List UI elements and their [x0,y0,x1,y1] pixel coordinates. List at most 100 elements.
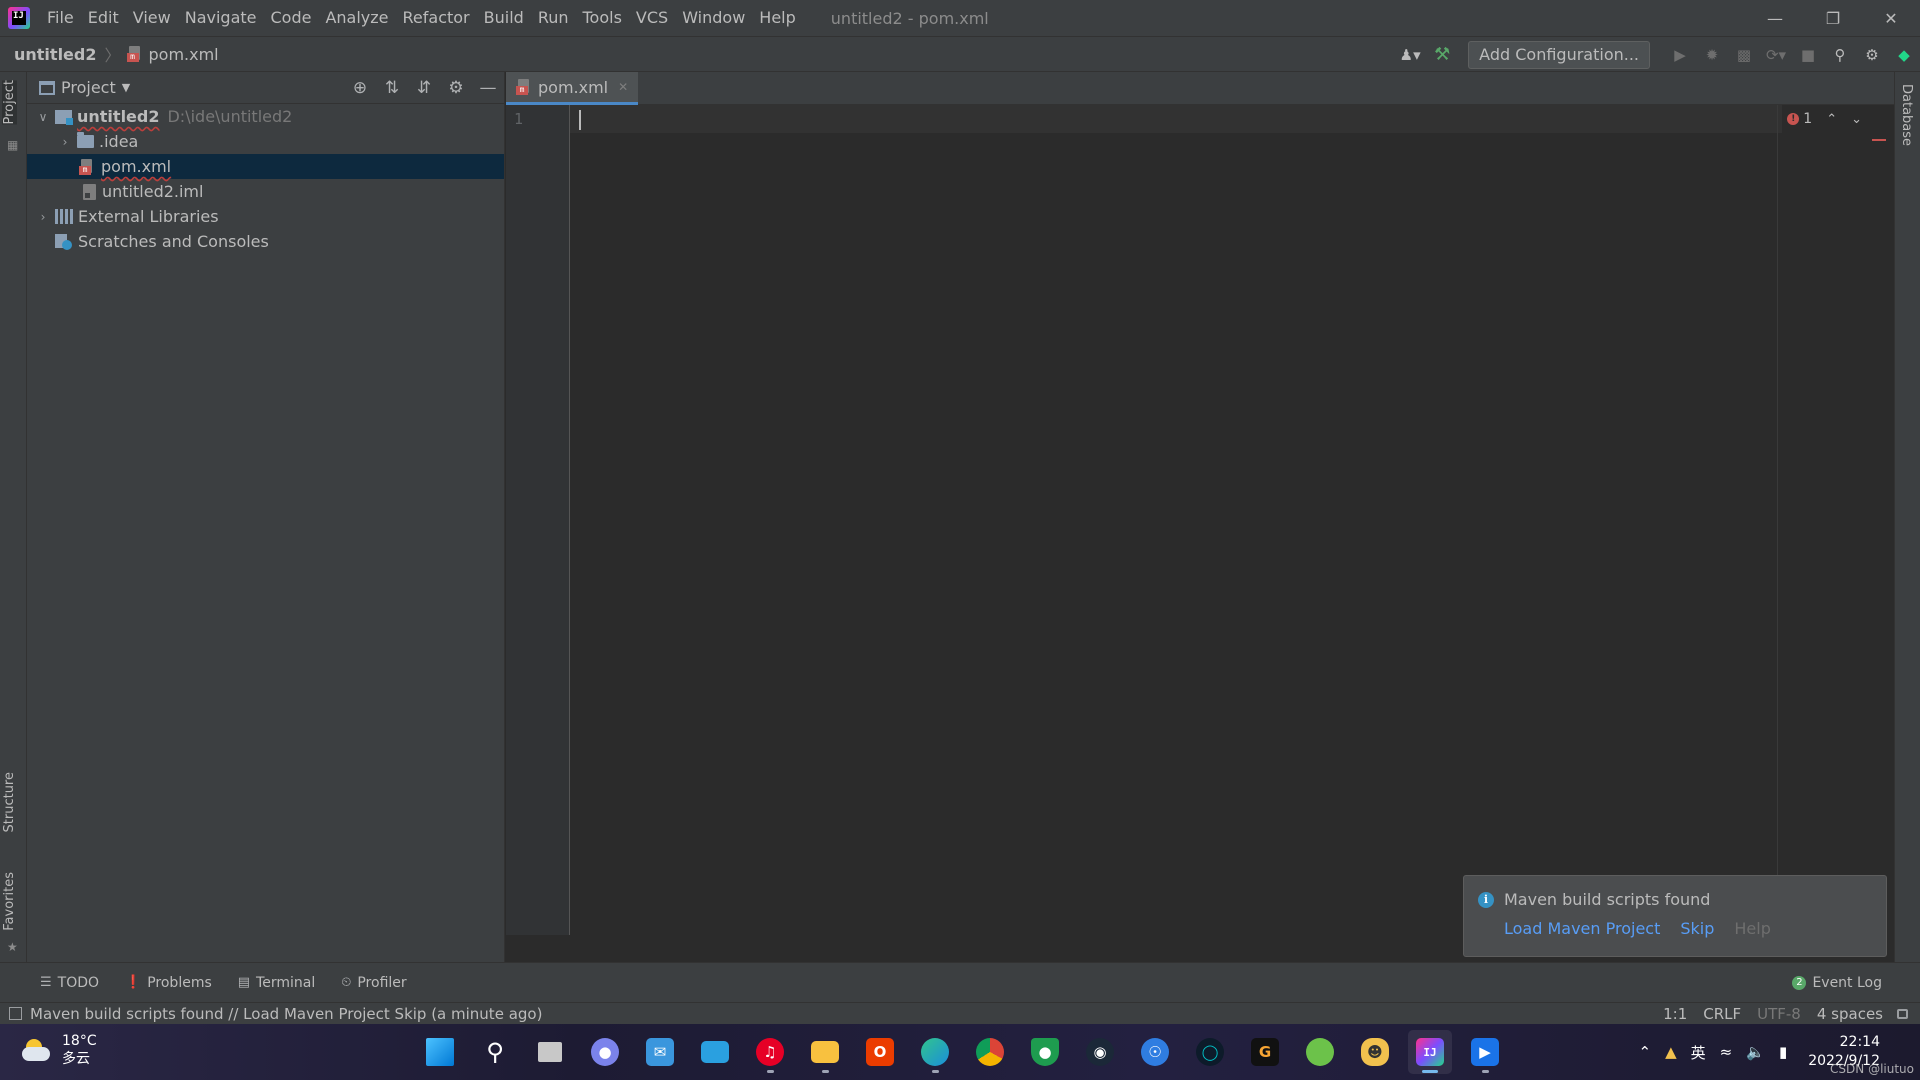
tree-row-idea[interactable]: › .idea [27,129,504,154]
chevron-right-icon[interactable]: › [57,135,73,149]
search-icon[interactable]: ⚲ [1827,42,1853,68]
chevron-down-icon[interactable]: ▼ [122,81,130,94]
terminal-tab[interactable]: ▤ Terminal [238,975,315,991]
debug-icon[interactable]: ✹ [1699,42,1725,68]
menu-edit[interactable]: Edit [81,0,126,36]
security-button[interactable]: ● [1023,1030,1067,1074]
profiler-tab[interactable]: ⏲ Profiler [341,975,406,991]
inspection-widget[interactable]: ! 1 ⌃ ⌄ [1787,111,1862,127]
breadcrumb-project[interactable]: untitled2 [14,45,96,64]
media-player-button[interactable]: ▶ [1463,1030,1507,1074]
load-maven-project-link[interactable]: Load Maven Project [1504,919,1660,938]
chevron-down-icon[interactable]: ∨ [35,110,51,124]
todo-tab[interactable]: ☰ TODO [40,975,99,991]
restore-icon[interactable]: ❐ [1804,0,1862,36]
wifi-icon[interactable]: ≈ [1720,1043,1733,1061]
start-button[interactable] [418,1030,462,1074]
file-explorer-button[interactable] [803,1030,847,1074]
build-hammer-icon[interactable]: ⚒ [1429,42,1455,68]
menu-refactor[interactable]: Refactor [396,0,477,36]
hide-panel-icon[interactable]: — [472,78,504,98]
minimize-icon[interactable]: — [1746,0,1804,36]
menu-build[interactable]: Build [477,0,531,36]
tree-row-scratches[interactable]: Scratches and Consoles [27,229,504,254]
menu-file[interactable]: File [40,0,81,36]
edge-button[interactable] [913,1030,957,1074]
intellij-taskbar-button[interactable]: IJ [1408,1030,1452,1074]
locate-file-icon[interactable]: ⊕ [344,78,376,98]
problems-tab[interactable]: ❗ Problems [125,975,212,991]
stop-icon[interactable]: ■ [1795,42,1821,68]
lock-icon[interactable] [1897,1009,1908,1019]
status-message[interactable]: Maven build scripts found // Load Maven … [30,1005,542,1023]
menu-help[interactable]: Help [752,0,802,36]
ime-indicator[interactable]: 英 [1691,1042,1706,1063]
steam-button[interactable]: ◉ [1078,1030,1122,1074]
intellij-logo-icon[interactable]: IJ [8,7,30,29]
database-tool-tab[interactable]: Database [1899,84,1914,146]
tree-row-iml[interactable]: untitled2.iml [27,179,504,204]
menu-analyze[interactable]: Analyze [318,0,395,36]
toggle-tool-windows-icon[interactable] [9,1007,22,1020]
chevron-up-icon[interactable]: ⌃ [1639,1043,1652,1061]
weather-widget[interactable]: 18°C 多云 [22,1032,97,1068]
menu-vcs[interactable]: VCS [629,0,675,36]
close-icon[interactable]: ✕ [1862,0,1920,36]
app-ring-button[interactable]: ◯ [1188,1030,1232,1074]
chrome-button[interactable] [968,1030,1012,1074]
favorites-tool-tab[interactable]: Favorites [2,872,17,931]
structure-tool-tab[interactable]: Structure [2,772,17,832]
jetbrains-toolbox-icon[interactable]: ◆ [1891,42,1917,68]
coverage-icon[interactable]: ▩ [1731,42,1757,68]
code-editor[interactable]: 1 ! 1 ⌃ ⌄ [506,105,1894,935]
tray-app-icon[interactable]: ▲ [1665,1043,1677,1061]
app-green-button[interactable] [1298,1030,1342,1074]
add-configuration-button[interactable]: Add Configuration... [1468,40,1650,69]
close-tab-icon[interactable]: ✕ [618,80,628,94]
chevron-right-icon[interactable]: › [35,210,51,224]
tree-row-root[interactable]: ∨ untitled2 D:\ide\untitled2 [27,104,504,129]
mail-button[interactable]: ✉ [638,1030,682,1074]
tree-row-pom[interactable]: pom.xml [27,154,504,179]
menu-code[interactable]: Code [264,0,319,36]
help-link[interactable]: Help [1734,919,1770,938]
file-encoding[interactable]: UTF-8 [1757,1005,1801,1023]
panel-settings-gear-icon[interactable]: ⚙ [440,78,472,98]
profile-icon[interactable]: ⟳▾ [1763,42,1789,68]
menu-view[interactable]: View [126,0,178,36]
volume-icon[interactable]: 🔈 [1746,1043,1765,1061]
netease-music-button[interactable]: ♫ [748,1030,792,1074]
settings-gear-icon[interactable]: ⚙ [1859,42,1885,68]
error-stripe-mark[interactable] [1872,139,1886,141]
chevron-up-icon[interactable]: ⌃ [1826,112,1837,127]
app-blue-button[interactable]: ☉ [1133,1030,1177,1074]
user-icon[interactable]: ♟▾ [1397,42,1423,68]
line-separator[interactable]: CRLF [1703,1005,1741,1023]
skip-link[interactable]: Skip [1680,919,1714,938]
run-icon[interactable]: ▶ [1667,42,1693,68]
project-tool-tab[interactable]: Project [2,80,17,125]
menu-tools[interactable]: Tools [576,0,629,36]
breadcrumb-file[interactable]: pom.xml [149,45,219,64]
menu-run[interactable]: Run [531,0,576,36]
tree-row-external-libraries[interactable]: › External Libraries [27,204,504,229]
remote-desktop-button[interactable] [693,1030,737,1074]
task-view-button[interactable] [528,1030,572,1074]
menu-window[interactable]: Window [675,0,752,36]
app-cat-button[interactable]: ☻ [1353,1030,1397,1074]
teams-chat-button[interactable]: ● [583,1030,627,1074]
collapse-all-icon[interactable]: ⇵ [408,78,440,98]
chevron-down-icon[interactable]: ⌄ [1851,112,1862,127]
expand-all-icon[interactable]: ⇅ [376,78,408,98]
office-button[interactable]: O [858,1030,902,1074]
editor-gutter[interactable]: 1 [506,105,570,935]
app-g-button[interactable]: G [1243,1030,1287,1074]
editor-tab-pom[interactable]: pom.xml ✕ [506,72,639,105]
event-log-tab[interactable]: 2 Event Log [1792,975,1882,991]
battery-icon[interactable]: ▮ [1779,1043,1787,1061]
project-panel-title[interactable]: Project [61,78,116,97]
menu-navigate[interactable]: Navigate [178,0,264,36]
search-taskbar-button[interactable]: ⚲ [473,1030,517,1074]
indent-setting[interactable]: 4 spaces [1817,1005,1883,1023]
caret-position[interactable]: 1:1 [1663,1005,1687,1023]
